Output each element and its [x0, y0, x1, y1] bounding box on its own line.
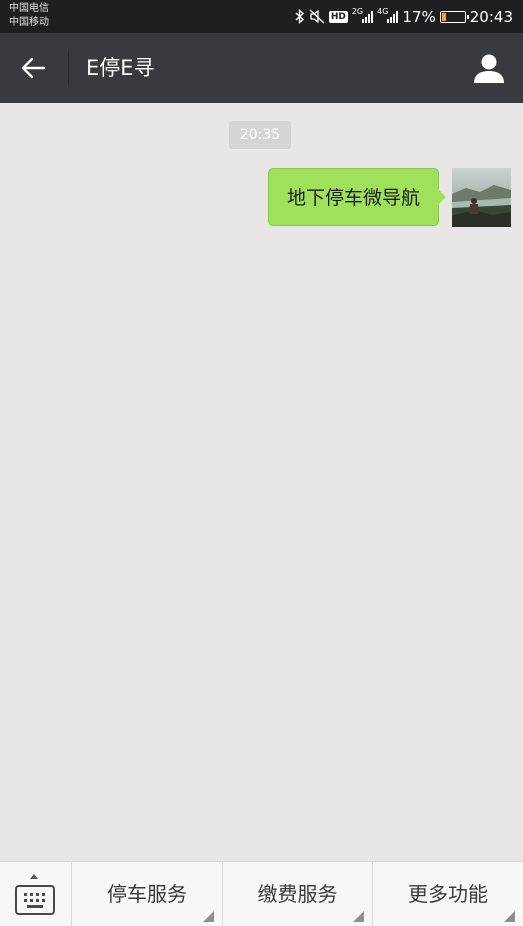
- profile-button[interactable]: [469, 49, 509, 87]
- arrow-left-icon: [21, 57, 46, 79]
- keyboard-icon: [15, 885, 55, 915]
- carrier-2: 中国移动: [9, 17, 49, 28]
- chevron-up-icon: [30, 874, 38, 879]
- status-bar: 中国电信 中国移动 HD 2G 4G 17% 20:43: [0, 0, 523, 33]
- menu-label-more-features: 更多功能: [408, 882, 488, 906]
- signal-icon-1: 2G: [352, 7, 374, 23]
- hd-icon: HD: [328, 10, 348, 23]
- submenu-indicator-icon: [203, 911, 214, 922]
- header-divider: [68, 51, 69, 85]
- keyboard-toggle-button[interactable]: [0, 862, 72, 926]
- message-list[interactable]: 20:35 地下停车微导航: [0, 103, 523, 861]
- menu-more-features[interactable]: 更多功能: [373, 862, 523, 926]
- mute-icon: [309, 9, 325, 24]
- carrier-1: 中国电信: [9, 3, 49, 14]
- avatar-image: [452, 168, 511, 227]
- signal-icon-2: 4G: [377, 7, 399, 23]
- message-timestamp: 20:35: [229, 121, 291, 149]
- submenu-indicator-icon: [353, 911, 364, 922]
- back-button[interactable]: [12, 48, 54, 88]
- signal-bars-2: [387, 10, 399, 23]
- network-type-2: 4G: [377, 7, 389, 16]
- battery-icon: [439, 10, 469, 23]
- bluetooth-icon: [295, 9, 305, 24]
- battery-fill: [441, 12, 446, 21]
- chat-title: E停E寻: [86, 56, 155, 80]
- avatar[interactable]: [452, 168, 511, 227]
- signal-bars-1: [362, 10, 374, 23]
- chat-header: E停E寻: [0, 33, 523, 103]
- battery-percent: 17%: [402, 7, 436, 26]
- menu-parking-service[interactable]: 停车服务: [72, 862, 223, 926]
- submenu-indicator-icon: [504, 911, 515, 922]
- wechat-screen: 中国电信 中国移动 HD 2G 4G 17% 20:43 E停E寻 20:35 …: [0, 0, 523, 926]
- menu-label-parking-service: 停车服务: [107, 882, 187, 906]
- network-type-1: 2G: [351, 7, 364, 16]
- menu-label-payment-service: 缴费服务: [257, 882, 338, 906]
- status-icons: HD 2G 4G 17% 20:43: [295, 0, 513, 33]
- carrier-info: 中国电信 中国移动: [9, 2, 49, 30]
- person-icon: [474, 54, 504, 83]
- menu-payment-service[interactable]: 缴费服务: [223, 862, 373, 926]
- bottom-menu-bar: 停车服务 缴费服务 更多功能: [0, 861, 523, 926]
- clock: 20:43: [469, 7, 513, 26]
- message-bubble-sent[interactable]: 地下停车微导航: [267, 168, 447, 226]
